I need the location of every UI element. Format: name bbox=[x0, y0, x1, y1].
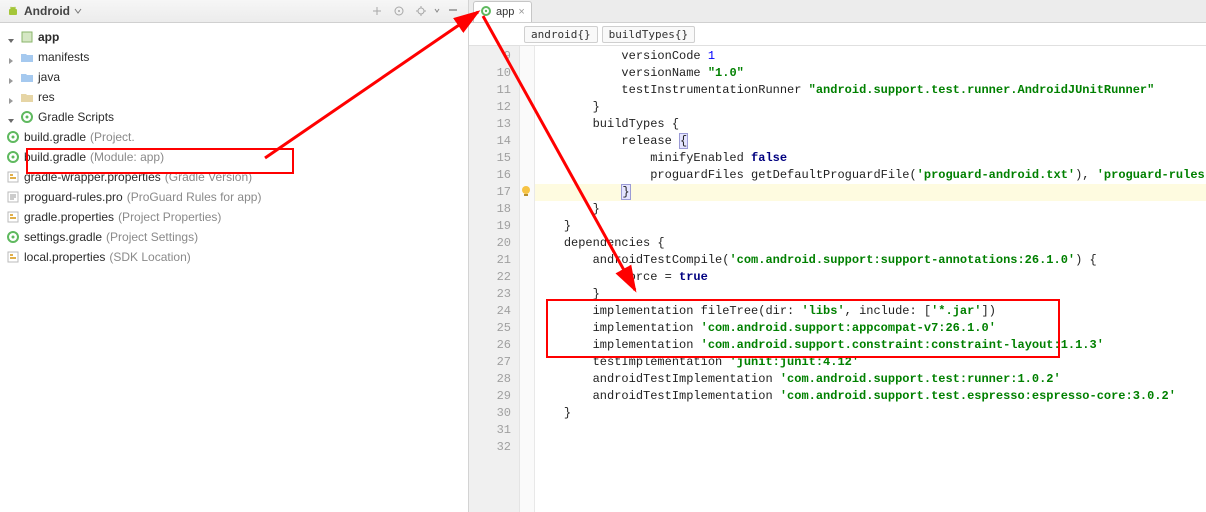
tree-node-java[interactable]: java bbox=[0, 67, 468, 87]
editor-tabs: app × bbox=[469, 0, 1206, 23]
breadcrumb-item[interactable]: android{} bbox=[524, 26, 598, 43]
tree-label: app bbox=[38, 27, 59, 47]
tree-node-res[interactable]: res bbox=[0, 87, 468, 107]
properties-file-icon bbox=[6, 170, 20, 184]
properties-file-icon bbox=[6, 250, 20, 264]
tree-node-app[interactable]: app bbox=[0, 27, 468, 47]
hide-icon[interactable] bbox=[444, 2, 462, 20]
tree-node-gradle-properties[interactable]: gradle.properties (Project Properties) bbox=[0, 207, 468, 227]
editor-panel: app × android{} buildTypes{} 91011121314… bbox=[469, 0, 1206, 512]
folder-icon bbox=[20, 50, 34, 64]
properties-file-icon bbox=[6, 210, 20, 224]
tree-note: (ProGuard Rules for app) bbox=[127, 187, 262, 207]
text-file-icon bbox=[6, 190, 20, 204]
tree-note: (Gradle Version) bbox=[165, 167, 252, 187]
tree-node-proguard[interactable]: proguard-rules.pro (ProGuard Rules for a… bbox=[0, 187, 468, 207]
tree-label: res bbox=[38, 87, 55, 107]
tree-label: gradle-wrapper.properties bbox=[24, 167, 161, 187]
gear-icon[interactable] bbox=[412, 2, 430, 20]
tree-label: local.properties bbox=[24, 247, 105, 267]
fold-column bbox=[520, 46, 535, 512]
tree-label: proguard-rules.pro bbox=[24, 187, 123, 207]
tree-note: (Project Settings) bbox=[106, 227, 198, 247]
tree-note: (SDK Location) bbox=[109, 247, 190, 267]
locate-icon[interactable] bbox=[390, 2, 408, 20]
tree-node-gradle-scripts[interactable]: Gradle Scripts bbox=[0, 107, 468, 127]
module-icon bbox=[20, 30, 34, 44]
tree-note: (Project Properties) bbox=[118, 207, 221, 227]
tree-node-local-properties[interactable]: local.properties (SDK Location) bbox=[0, 247, 468, 267]
tree-label: settings.gradle bbox=[24, 227, 102, 247]
expand-right-icon[interactable] bbox=[6, 72, 16, 82]
editor-breadcrumb: android{} buildTypes{} bbox=[469, 23, 1206, 46]
code-area[interactable]: versionCode 1 versionName "1.0" testInst… bbox=[535, 46, 1206, 512]
gradle-icon bbox=[20, 110, 34, 124]
tree-label: gradle.properties bbox=[24, 207, 114, 227]
tree-label: Gradle Scripts bbox=[38, 107, 114, 127]
tree-label: java bbox=[38, 67, 60, 87]
breadcrumb-item[interactable]: buildTypes{} bbox=[602, 26, 695, 43]
tree-label: build.gradle bbox=[24, 127, 86, 147]
expand-down-icon[interactable] bbox=[6, 32, 16, 42]
gradle-file-icon bbox=[480, 5, 492, 20]
tree-node-settings-gradle[interactable]: settings.gradle (Project Settings) bbox=[0, 227, 468, 247]
tree-label: build.gradle bbox=[24, 147, 86, 167]
folder-icon bbox=[20, 70, 34, 84]
intention-bulb-icon[interactable] bbox=[519, 184, 533, 198]
project-tree[interactable]: app manifests java res Gradle Scripts bbox=[0, 23, 468, 267]
res-folder-icon bbox=[20, 90, 34, 104]
tree-node-build-gradle-module[interactable]: build.gradle (Module: app) bbox=[0, 147, 468, 167]
tree-note: (Project. bbox=[90, 127, 135, 147]
gradle-file-icon bbox=[6, 130, 20, 144]
android-icon bbox=[6, 4, 20, 18]
tab-label: app bbox=[496, 6, 514, 18]
expand-down-icon[interactable] bbox=[6, 112, 16, 122]
tree-node-manifests[interactable]: manifests bbox=[0, 47, 468, 67]
project-tool-window: Android app manifests java bbox=[0, 0, 469, 512]
line-number-gutter: 9101112131415161718192021222324252627282… bbox=[469, 46, 520, 512]
project-view-selector[interactable]: Android bbox=[24, 4, 70, 18]
chevron-down-icon bbox=[74, 7, 82, 15]
tree-node-build-gradle-project[interactable]: build.gradle (Project. bbox=[0, 127, 468, 147]
expand-right-icon[interactable] bbox=[6, 92, 16, 102]
gradle-file-icon bbox=[6, 150, 20, 164]
tree-label: manifests bbox=[38, 47, 89, 67]
gradle-file-icon bbox=[6, 230, 20, 244]
tree-node-gradle-wrapper[interactable]: gradle-wrapper.properties (Gradle Versio… bbox=[0, 167, 468, 187]
editor-tab-app[interactable]: app × bbox=[473, 1, 532, 22]
tree-note: (Module: app) bbox=[90, 147, 164, 167]
collapse-all-icon[interactable] bbox=[368, 2, 386, 20]
chevron-down-icon bbox=[434, 6, 440, 16]
code-editor[interactable]: 9101112131415161718192021222324252627282… bbox=[469, 46, 1206, 512]
close-icon[interactable]: × bbox=[518, 6, 524, 18]
project-toolbar: Android bbox=[0, 0, 468, 23]
expand-right-icon[interactable] bbox=[6, 52, 16, 62]
